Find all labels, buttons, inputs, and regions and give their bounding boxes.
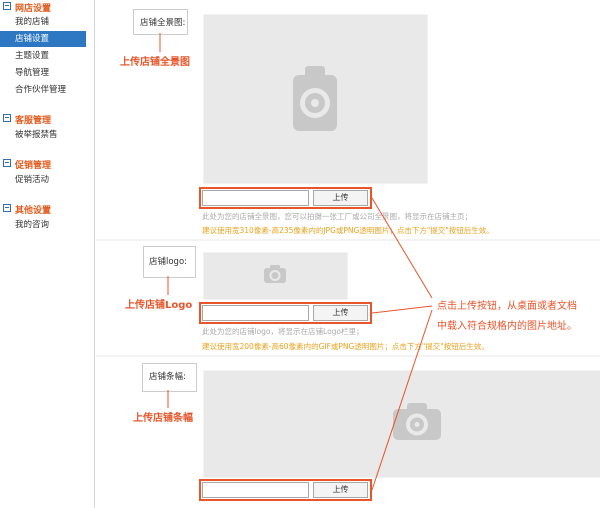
callout-connector-top	[371, 197, 433, 299]
callout-connector-bottom	[371, 309, 433, 491]
annotation-lines	[159, 33, 433, 491]
callout-connector-mid	[371, 305, 433, 314]
